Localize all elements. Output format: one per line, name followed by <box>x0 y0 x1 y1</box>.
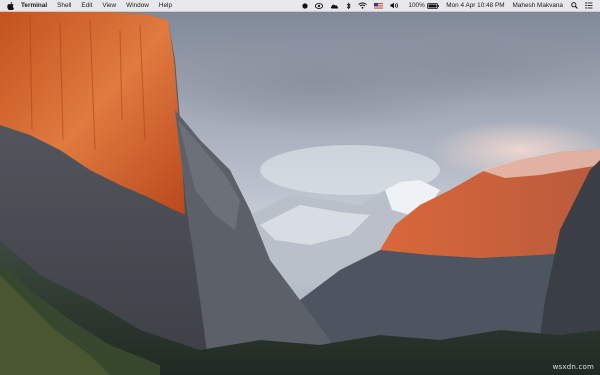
app-menu-terminal[interactable]: Terminal <box>16 0 52 11</box>
menu-window[interactable]: Window <box>121 0 154 11</box>
user-menu[interactable]: Mahesh Makvana <box>509 0 567 11</box>
battery-percent: 100% <box>408 2 425 9</box>
volume-icon[interactable] <box>387 0 403 11</box>
menu-help[interactable]: Help <box>154 0 177 11</box>
eye-icon[interactable] <box>312 0 327 11</box>
menu-bar: Terminal Shell Edit View Window Help 100… <box>0 0 600 12</box>
menu-view[interactable]: View <box>97 0 121 11</box>
desktop-wallpaper <box>0 0 600 375</box>
flag-icon[interactable] <box>371 0 387 11</box>
menubar-clock[interactable]: Mon 4 Apr 10:48 PM <box>442 0 508 11</box>
watermark-text: wsxdn.com <box>552 363 594 371</box>
menu-shell[interactable]: Shell <box>52 0 76 11</box>
wifi-icon[interactable] <box>355 0 371 11</box>
battery-status[interactable]: 100% <box>403 0 442 11</box>
search-icon[interactable] <box>567 0 581 11</box>
cloud-icon[interactable] <box>327 0 343 11</box>
bluetooth-icon[interactable] <box>343 0 355 11</box>
notification-center-icon[interactable] <box>581 0 596 11</box>
record-icon[interactable] <box>299 0 312 11</box>
battery-icon <box>426 2 439 9</box>
menu-edit[interactable]: Edit <box>76 0 97 11</box>
apple-menu-icon[interactable] <box>4 0 16 11</box>
